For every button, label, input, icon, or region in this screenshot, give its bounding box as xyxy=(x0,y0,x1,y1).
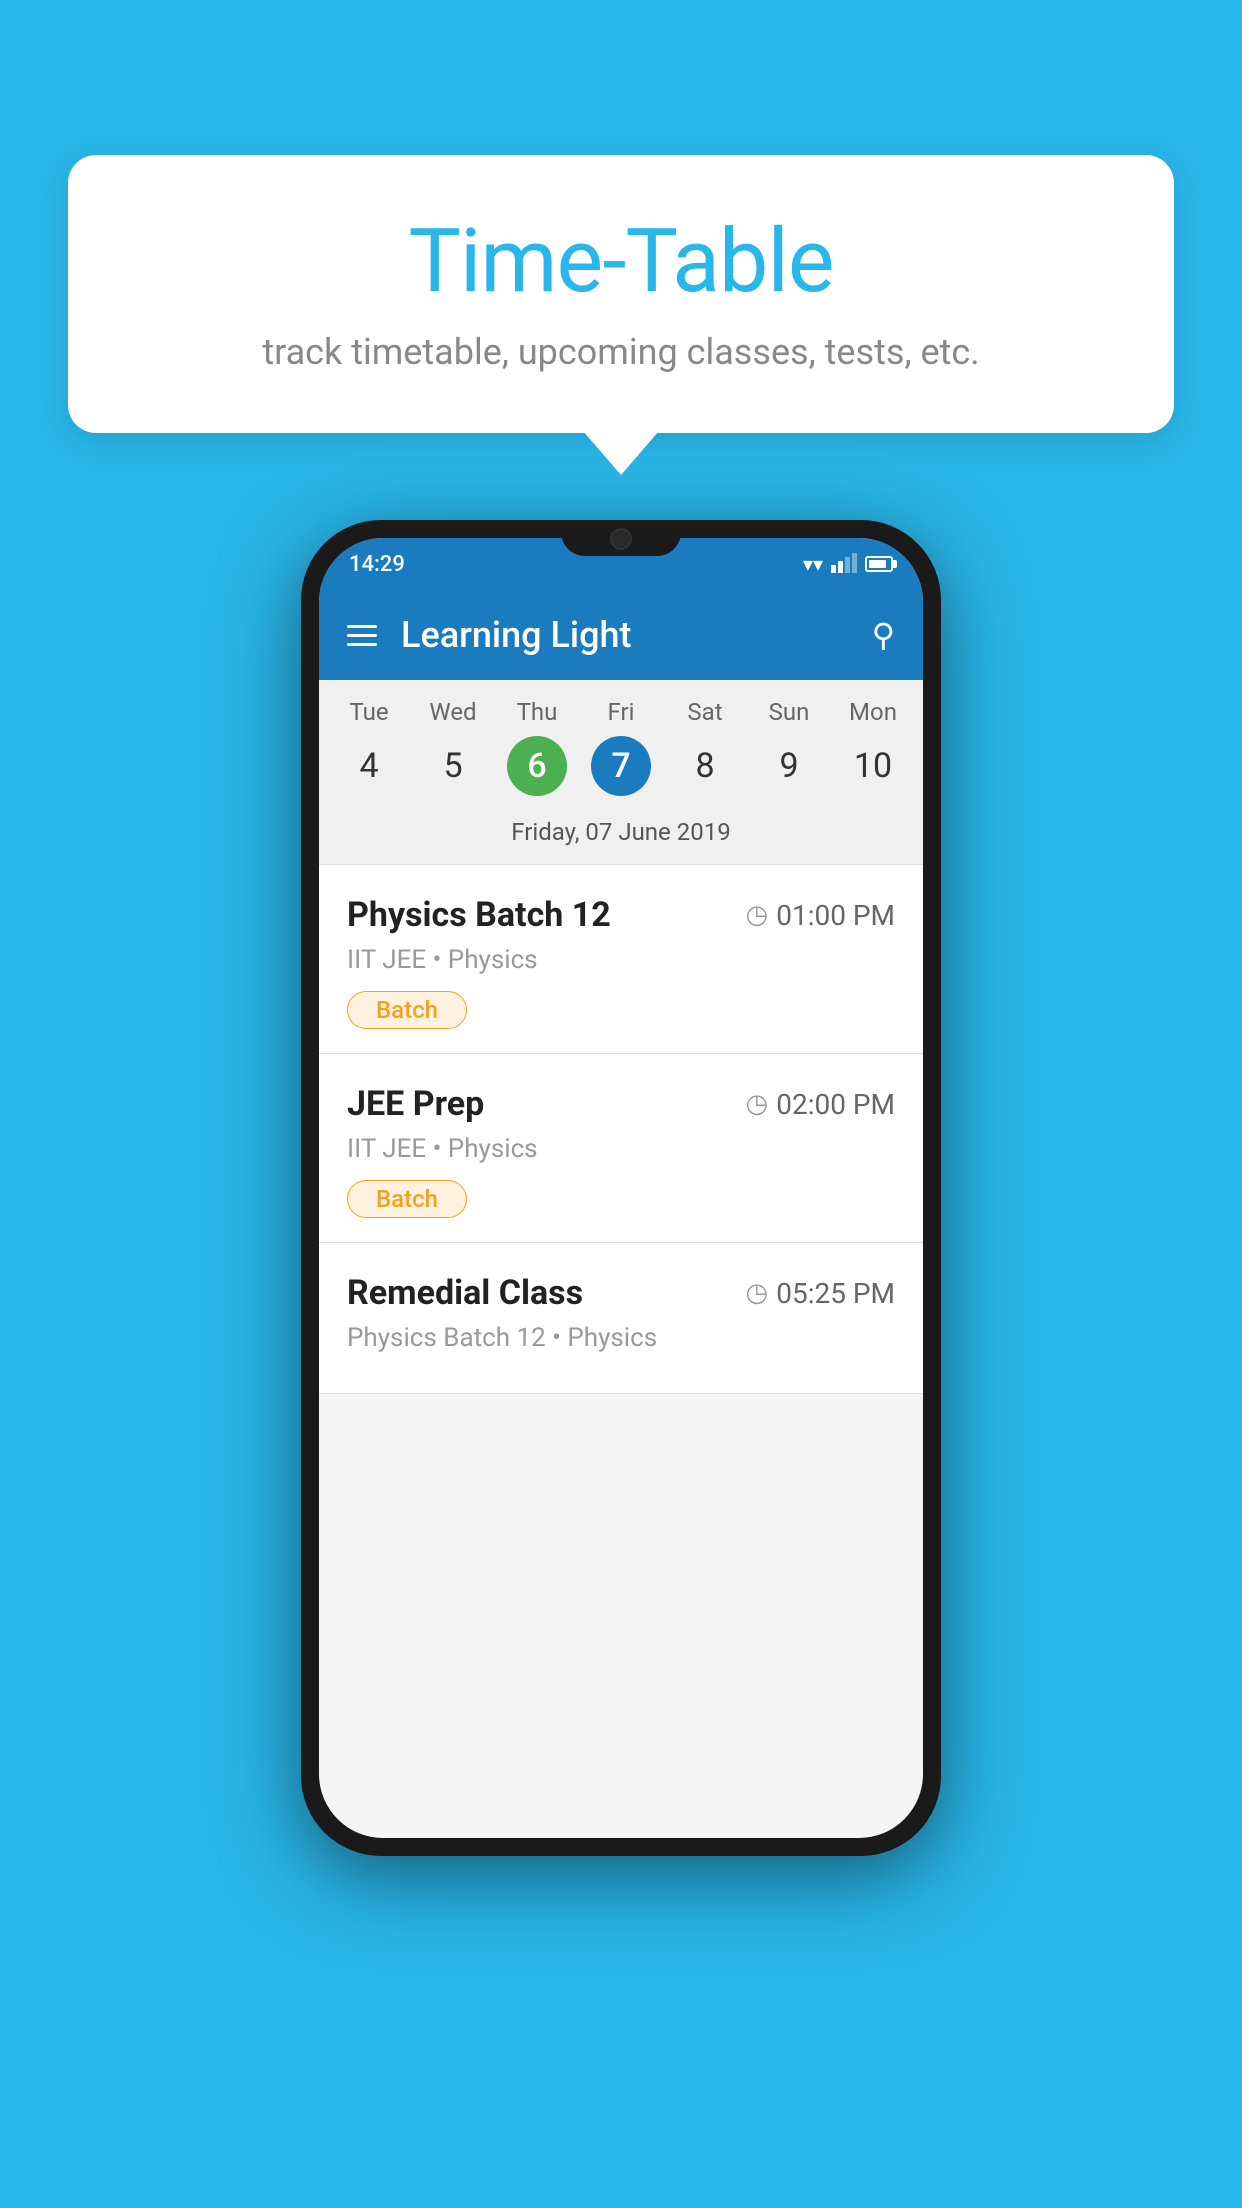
day-header: Thu xyxy=(495,698,579,726)
wifi-icon: ▾▾ xyxy=(803,552,823,576)
search-button[interactable]: ⚲ xyxy=(872,616,895,654)
day-header: Sat xyxy=(663,698,747,726)
phone-notch xyxy=(561,520,681,556)
day-number[interactable]: 8 xyxy=(675,736,735,796)
class-name: JEE Prep xyxy=(347,1084,484,1124)
class-time: ◷02:00 PM xyxy=(746,1088,895,1121)
class-name: Remedial Class xyxy=(347,1273,583,1313)
batch-badge: Batch xyxy=(347,991,467,1029)
day-numbers[interactable]: 456789 10 xyxy=(319,736,923,796)
class-item[interactable]: Physics Batch 12 ◷01:00 PM IIT JEE • Physi… xyxy=(319,865,923,1054)
batch-badge: Batch xyxy=(347,1180,467,1218)
class-item-header: Remedial Class ◷05:25 PM xyxy=(347,1273,895,1313)
status-icons: ▾▾ xyxy=(803,552,893,576)
class-item-header: Physics Batch 12 ◷01:00 PM xyxy=(347,895,895,935)
class-item-header: JEE Prep ◷02:00 PM xyxy=(347,1084,895,1124)
speech-bubble-card: Time-Table track timetable, upcoming cla… xyxy=(68,155,1174,433)
class-time: ◷01:00 PM xyxy=(746,899,895,932)
phone-camera xyxy=(610,528,632,550)
class-item[interactable]: JEE Prep ◷02:00 PM IIT JEE • Physics Batch xyxy=(319,1054,923,1243)
class-subject: IIT JEE • Physics xyxy=(347,945,895,975)
day-number[interactable]: 4 xyxy=(339,736,399,796)
day-headers: TueWedThuFriSatSunMon xyxy=(319,698,923,726)
class-time-value: 01:00 PM xyxy=(776,899,895,932)
class-name: Physics Batch 12 xyxy=(347,895,611,935)
class-item[interactable]: Remedial Class ◷05:25 PM Physics Batch 12 … xyxy=(319,1243,923,1394)
app-title: Learning Light xyxy=(401,614,631,656)
toolbar-left: Learning Light xyxy=(347,614,631,656)
clock-icon: ◷ xyxy=(746,1089,769,1119)
phone-mockup: 14:29 ▾▾ Learning Light xyxy=(301,520,941,1856)
day-number[interactable]: 6 xyxy=(507,736,567,796)
battery-icon xyxy=(865,556,893,572)
day-number[interactable]: 9 xyxy=(759,736,819,796)
class-time: ◷05:25 PM xyxy=(746,1277,895,1310)
day-header: Wed xyxy=(411,698,495,726)
app-toolbar: Learning Light ⚲ xyxy=(319,590,923,680)
clock-icon: ◷ xyxy=(746,1278,769,1308)
hamburger-menu-button[interactable] xyxy=(347,625,377,646)
clock-icon: ◷ xyxy=(746,900,769,930)
day-header: Fri xyxy=(579,698,663,726)
class-time-value: 02:00 PM xyxy=(776,1088,895,1121)
signal-icon xyxy=(831,555,857,573)
day-header: Sun xyxy=(747,698,831,726)
phone-outer: 14:29 ▾▾ Learning Light xyxy=(301,520,941,1856)
day-header: Mon xyxy=(831,698,915,726)
class-subject: Physics Batch 12 • Physics xyxy=(347,1323,895,1353)
calendar-strip[interactable]: TueWedThuFriSatSunMon 456789 10 Friday, 0… xyxy=(319,680,923,865)
day-number[interactable]: 10 xyxy=(843,736,903,796)
class-list: Physics Batch 12◷01:00 PMIIT JEE • Physi… xyxy=(319,865,923,1394)
class-subject: IIT JEE • Physics xyxy=(347,1134,895,1164)
day-header: Tue xyxy=(327,698,411,726)
selected-date-label: Friday, 07 June 2019 xyxy=(319,810,923,865)
phone-screen: 14:29 ▾▾ Learning Light xyxy=(319,538,923,1838)
day-number[interactable]: 5 xyxy=(423,736,483,796)
day-number[interactable]: 7 xyxy=(591,736,651,796)
feature-title: Time-Table xyxy=(128,210,1114,313)
status-time: 14:29 xyxy=(349,552,405,577)
class-time-value: 05:25 PM xyxy=(776,1277,895,1310)
feature-subtitle: track timetable, upcoming classes, tests… xyxy=(128,331,1114,373)
